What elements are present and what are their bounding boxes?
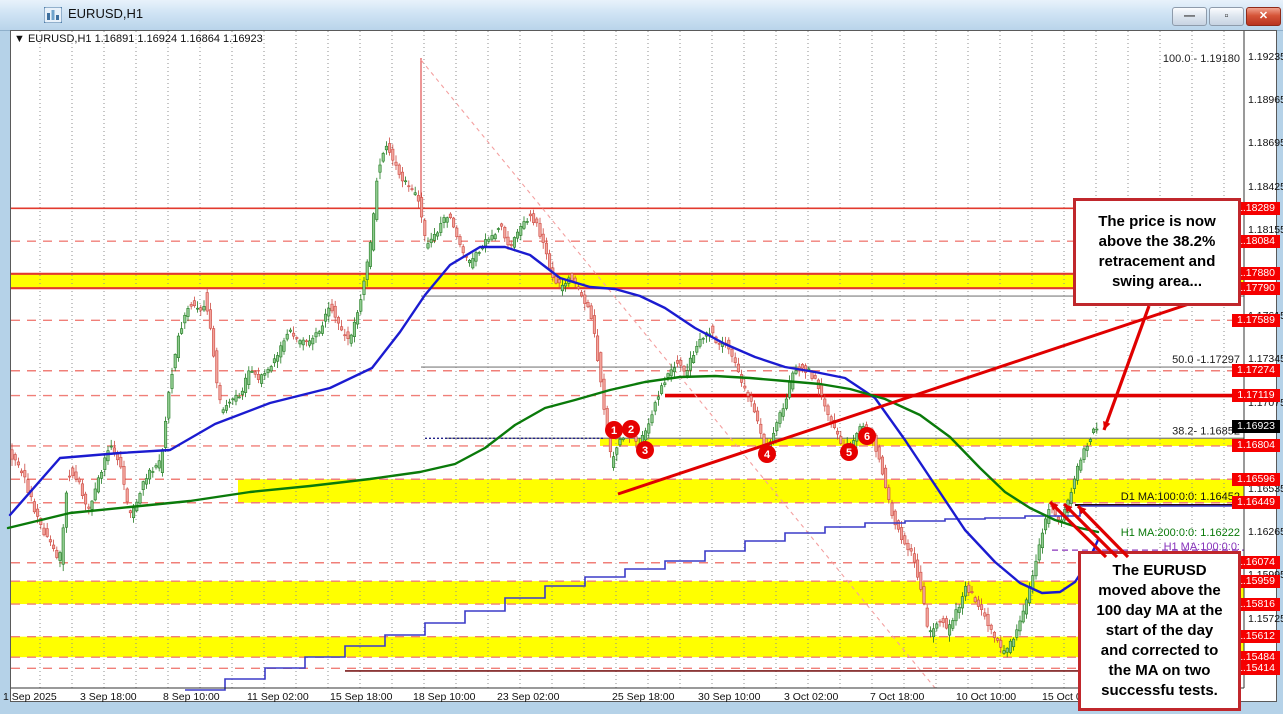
annotation-text-line: retracement and	[1076, 252, 1238, 272]
annotation-text-line: the MA on two	[1081, 661, 1238, 681]
trendline	[618, 286, 1243, 494]
annotation-box-retracement[interactable]: The price is nowabove the 38.2%retraceme…	[1073, 198, 1241, 306]
ma-label: H1 MA:200:0:0: 1.16222	[1121, 527, 1240, 539]
price-tick-label: 1.18425	[1248, 181, 1283, 193]
time-tick-label: 18 Sep 10:00	[413, 691, 475, 703]
level-price-badge: 1.17589	[1232, 314, 1280, 327]
level-price-badge: 1.16596	[1232, 473, 1280, 486]
svg-text:1: 1	[611, 425, 617, 437]
level-price-badge: 1.17119	[1232, 389, 1280, 402]
marker-circle-3: 3	[636, 441, 654, 459]
svg-text:3: 3	[642, 445, 648, 457]
annotation-text-line: 100 day MA at the	[1081, 601, 1238, 621]
time-tick-label: 7 Oct 18:00	[870, 691, 924, 703]
yellow-zone	[238, 479, 1244, 503]
time-tick-label: 1 Sep 2025	[3, 691, 57, 703]
yellow-zone	[600, 438, 1244, 446]
level-price-badge: 1.17274	[1232, 364, 1280, 377]
level-price-badge: 1.16449	[1232, 496, 1280, 509]
price-tick-label: 1.15725	[1248, 613, 1283, 625]
annotation-text-line: and corrected to	[1081, 641, 1238, 661]
time-tick-label: 10 Oct 10:00	[956, 691, 1016, 703]
marker-circle-6: 6	[858, 427, 876, 445]
time-tick-label: 25 Sep 18:00	[612, 691, 674, 703]
h1-ma-100-line	[10, 247, 1098, 593]
level-price-badge: 1.16804	[1232, 439, 1280, 452]
current-price-badge: 1.16923	[1232, 420, 1280, 433]
time-tick-label: 30 Sep 10:00	[698, 691, 760, 703]
symbol-info-bar: ▼ EURUSD,H1 1.16891 1.16924 1.16864 1.16…	[14, 33, 263, 45]
price-tick-label: 1.18695	[1248, 137, 1283, 149]
annotation-text-line: The price is now	[1076, 212, 1238, 232]
annotation-box-100dma[interactable]: The EURUSDmoved above the100 day MA at t…	[1078, 551, 1241, 711]
fib-label: 50.0 -1.17297	[1172, 354, 1240, 366]
time-tick-label: 3 Oct 02:00	[784, 691, 838, 703]
ma-label: D1 MA:100:0:0: 1.16452	[1121, 491, 1240, 503]
time-tick-label: 8 Sep 10:00	[163, 691, 220, 703]
annotation-text-line: moved above the	[1081, 581, 1238, 601]
svg-text:4: 4	[764, 449, 771, 461]
svg-text:5: 5	[846, 447, 852, 459]
time-tick-label: 15 Sep 18:00	[330, 691, 392, 703]
time-tick-label: 23 Sep 02:00	[497, 691, 559, 703]
fib-label: 38.2- 1.16852	[1172, 425, 1240, 437]
h1-ma-200-line	[8, 376, 1098, 532]
price-tick-label: 1.16265	[1248, 526, 1283, 538]
annotation-text-line: above the 38.2%	[1076, 232, 1238, 252]
application-window: EURUSD,H1 — ▫ ✕ ▼ EURUSD,H1 1.16891 1.16…	[0, 0, 1283, 714]
price-tick-label: 1.19235	[1248, 51, 1283, 63]
yellow-zone	[11, 274, 1244, 288]
svg-text:2: 2	[628, 424, 634, 436]
marker-circle-4: 4	[758, 445, 776, 463]
time-tick-label: 3 Sep 18:00	[80, 691, 137, 703]
annotation-text-line: swing area...	[1076, 272, 1238, 292]
time-tick-label: 11 Sep 02:00	[247, 691, 309, 703]
svg-text:6: 6	[864, 431, 870, 443]
yellow-zone	[11, 637, 1244, 657]
marker-circle-5: 5	[840, 443, 858, 461]
annotation-text-line: successfu tests.	[1081, 681, 1238, 701]
marker-circle-2: 2	[622, 420, 640, 438]
marker-circle-1: 1	[605, 421, 623, 439]
fib-label: 100.0 - 1.19180	[1163, 53, 1240, 65]
annotation-text-line: start of the day	[1081, 621, 1238, 641]
price-tick-label: 1.18965	[1248, 94, 1283, 106]
annotation-text-line: The EURUSD	[1081, 561, 1238, 581]
